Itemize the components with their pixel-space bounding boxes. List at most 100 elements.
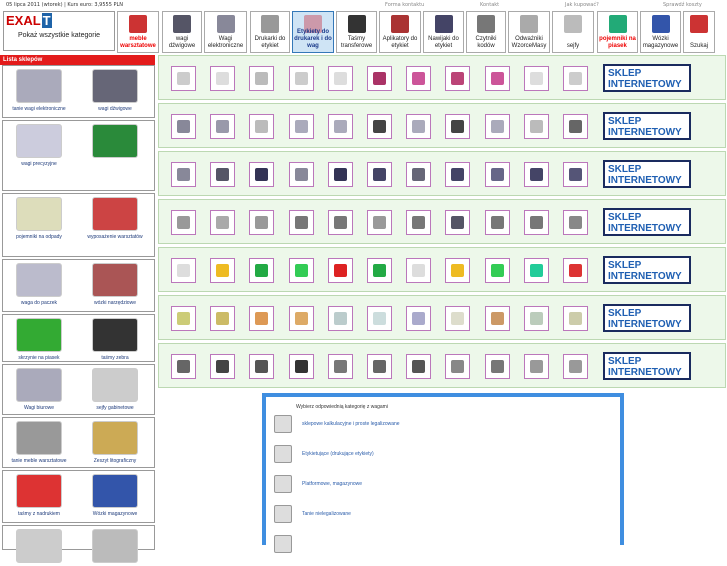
nav-item-10[interactable]: sejfy: [552, 11, 594, 53]
product-thumbnail[interactable]: [367, 66, 392, 91]
product-thumbnail[interactable]: [210, 66, 236, 91]
product-thumbnail[interactable]: [288, 66, 314, 91]
product-thumbnail[interactable]: [288, 210, 314, 235]
shop-link[interactable]: sejfy gabinetowe: [85, 365, 145, 411]
shop-link[interactable]: wyposażenie warsztatów: [85, 194, 145, 240]
product-thumbnail[interactable]: [367, 258, 392, 283]
nav-item-12[interactable]: Wózki magazynowe: [640, 11, 681, 53]
product-thumbnail[interactable]: [288, 162, 314, 187]
product-thumbnail[interactable]: [523, 210, 549, 235]
product-thumbnail[interactable]: [288, 114, 314, 139]
show-all-categories[interactable]: Pokaż wszystkie kategorie: [4, 31, 114, 40]
product-thumbnail[interactable]: [563, 66, 588, 91]
shop-link[interactable]: wózki narzędziowe: [85, 260, 145, 306]
product-thumbnail[interactable]: [367, 354, 392, 379]
nav-item-4[interactable]: Etykiety do drukarek i do wag: [292, 11, 334, 53]
link-check-costs[interactable]: Sprawdź koszty: [663, 2, 702, 8]
product-thumbnail[interactable]: [406, 114, 432, 139]
shop-link[interactable]: [9, 526, 69, 566]
product-thumbnail[interactable]: [484, 210, 510, 235]
category-link[interactable]: Etykietujące (drukujące etykiety): [274, 445, 614, 469]
product-thumbnail[interactable]: [445, 114, 471, 139]
online-shop-button[interactable]: SKLEP INTERNETOWY: [603, 352, 691, 380]
nav-item-2[interactable]: Wagi elektroniczne: [204, 11, 247, 53]
category-link[interactable]: Platformowe, magazynowe: [274, 475, 614, 499]
online-shop-button[interactable]: SKLEP INTERNETOWY: [603, 112, 691, 140]
product-thumbnail[interactable]: [288, 306, 314, 331]
product-thumbnail[interactable]: [327, 210, 353, 235]
nav-item-3[interactable]: Drukarki do etykiet: [250, 11, 290, 53]
nav-item-0[interactable]: meble warsztatowe: [117, 11, 159, 53]
product-thumbnail[interactable]: [445, 162, 471, 187]
product-thumbnail[interactable]: [171, 210, 196, 235]
product-thumbnail[interactable]: [406, 258, 432, 283]
product-thumbnail[interactable]: [523, 306, 549, 331]
product-thumbnail[interactable]: [171, 306, 196, 331]
product-thumbnail[interactable]: [406, 306, 432, 331]
shop-link[interactable]: [85, 121, 145, 161]
nav-item-8[interactable]: Czytniki kodów: [466, 11, 506, 53]
product-thumbnail[interactable]: [484, 114, 510, 139]
product-thumbnail[interactable]: [523, 162, 549, 187]
product-thumbnail[interactable]: [445, 306, 471, 331]
online-shop-button[interactable]: SKLEP INTERNETOWY: [603, 304, 691, 332]
product-thumbnail[interactable]: [327, 354, 353, 379]
product-thumbnail[interactable]: [523, 258, 549, 283]
category-link[interactable]: [274, 535, 614, 559]
nav-item-7[interactable]: Nawijaki do etykiet: [423, 11, 464, 53]
online-shop-button[interactable]: SKLEP INTERNETOWY: [603, 160, 691, 188]
shop-link[interactable]: wagi precyzyjne: [9, 121, 69, 167]
shop-link[interactable]: Zeszyt litograficzny: [85, 418, 145, 464]
product-thumbnail[interactable]: [171, 354, 196, 379]
product-thumbnail[interactable]: [406, 354, 432, 379]
product-thumbnail[interactable]: [327, 306, 353, 331]
product-thumbnail[interactable]: [210, 258, 236, 283]
product-thumbnail[interactable]: [171, 114, 196, 139]
product-thumbnail[interactable]: [210, 306, 236, 331]
link-contact[interactable]: Kontakt: [480, 2, 499, 8]
product-thumbnail[interactable]: [523, 114, 549, 139]
shop-link[interactable]: Wózki magazynowe: [85, 471, 145, 517]
online-shop-button[interactable]: SKLEP INTERNETOWY: [603, 64, 691, 92]
product-thumbnail[interactable]: [484, 306, 510, 331]
product-thumbnail[interactable]: [327, 162, 353, 187]
product-thumbnail[interactable]: [210, 354, 236, 379]
product-thumbnail[interactable]: [327, 258, 353, 283]
product-thumbnail[interactable]: [288, 258, 314, 283]
shop-link[interactable]: Wagi biurowe: [9, 365, 69, 411]
product-thumbnail[interactable]: [484, 354, 510, 379]
online-shop-button[interactable]: SKLEP INTERNETOWY: [603, 256, 691, 284]
nav-item-6[interactable]: Aplikatory do etykiet: [379, 11, 421, 53]
product-thumbnail[interactable]: [210, 114, 236, 139]
shop-link[interactable]: tanie meble warsztatowe: [9, 418, 69, 464]
nav-item-1[interactable]: wagi dźwigowe: [162, 11, 202, 53]
nav-item-9[interactable]: Odważniki WzorceMasy: [508, 11, 550, 53]
product-thumbnail[interactable]: [445, 66, 471, 91]
shop-link[interactable]: taśmy zebra: [85, 315, 145, 361]
product-thumbnail[interactable]: [367, 162, 392, 187]
product-thumbnail[interactable]: [367, 210, 392, 235]
shop-link[interactable]: tanie wagi elektroniczne: [9, 66, 69, 112]
shop-link[interactable]: [85, 526, 145, 566]
product-thumbnail[interactable]: [563, 210, 588, 235]
product-thumbnail[interactable]: [171, 258, 196, 283]
product-thumbnail[interactable]: [171, 162, 196, 187]
product-thumbnail[interactable]: [445, 258, 471, 283]
shop-link[interactable]: taśmy z nadrukiem: [9, 471, 69, 517]
product-thumbnail[interactable]: [171, 66, 196, 91]
product-thumbnail[interactable]: [484, 258, 510, 283]
product-thumbnail[interactable]: [249, 354, 275, 379]
online-shop-button[interactable]: SKLEP INTERNETOWY: [603, 208, 691, 236]
nav-item-11[interactable]: pojemniki na piasek: [597, 11, 638, 53]
product-thumbnail[interactable]: [563, 162, 588, 187]
shop-link[interactable]: skrzynie na piasek: [9, 315, 69, 361]
product-thumbnail[interactable]: [484, 66, 510, 91]
product-thumbnail[interactable]: [406, 210, 432, 235]
product-thumbnail[interactable]: [406, 66, 432, 91]
product-thumbnail[interactable]: [484, 162, 510, 187]
nav-item-5[interactable]: Taśmy transferowe: [336, 11, 377, 53]
product-thumbnail[interactable]: [210, 162, 236, 187]
product-thumbnail[interactable]: [249, 306, 275, 331]
product-thumbnail[interactable]: [210, 210, 236, 235]
product-thumbnail[interactable]: [523, 66, 549, 91]
